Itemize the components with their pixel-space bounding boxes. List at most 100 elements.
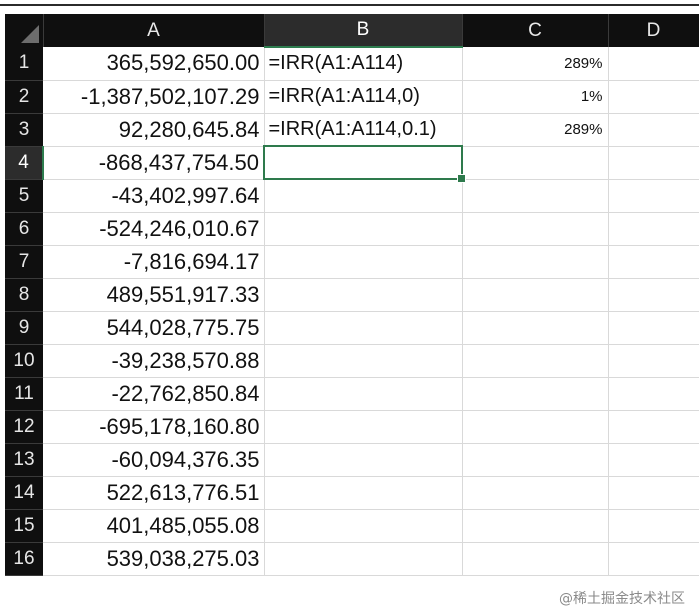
cell-b8[interactable] bbox=[264, 278, 463, 312]
select-all-triangle-icon bbox=[20, 25, 39, 43]
cell-d15[interactable] bbox=[608, 509, 699, 543]
cell-b14[interactable] bbox=[264, 476, 463, 510]
table-row: 5 -43,402,997.64 bbox=[5, 179, 699, 213]
row-header-4[interactable]: 4 bbox=[5, 146, 44, 180]
cell-c9[interactable] bbox=[462, 311, 609, 345]
cell-d10[interactable] bbox=[608, 344, 699, 378]
table-row: 13 -60,094,376.35 bbox=[5, 443, 699, 477]
table-row: 6 -524,246,010.67 bbox=[5, 212, 699, 246]
table-row: 11 -22,762,850.84 bbox=[5, 377, 699, 411]
cell-a2[interactable]: -1,387,502,107.29 bbox=[43, 80, 265, 114]
cell-a10[interactable]: -39,238,570.88 bbox=[43, 344, 265, 378]
cell-c2[interactable]: 1% bbox=[462, 80, 609, 114]
cell-b9[interactable] bbox=[264, 311, 463, 345]
column-header-a[interactable]: A bbox=[43, 14, 265, 47]
cell-a8[interactable]: 489,551,917.33 bbox=[43, 278, 265, 312]
table-row: 7 -7,816,694.17 bbox=[5, 245, 699, 279]
table-row: 9 544,028,775.75 bbox=[5, 311, 699, 345]
cell-a9[interactable]: 544,028,775.75 bbox=[43, 311, 265, 345]
cell-c16[interactable] bbox=[462, 542, 609, 576]
cell-a7[interactable]: -7,816,694.17 bbox=[43, 245, 265, 279]
cell-d3[interactable] bbox=[608, 113, 699, 147]
cell-b12[interactable] bbox=[264, 410, 463, 444]
cell-a1[interactable]: 365,592,650.00 bbox=[43, 47, 265, 81]
cell-b11[interactable] bbox=[264, 377, 463, 411]
row-header-1[interactable]: 1 bbox=[5, 47, 43, 81]
cell-b5[interactable] bbox=[264, 179, 463, 213]
cell-d14[interactable] bbox=[608, 476, 699, 510]
cell-d12[interactable] bbox=[608, 410, 699, 444]
row-header-6[interactable]: 6 bbox=[5, 212, 43, 246]
cell-b4[interactable] bbox=[263, 145, 466, 183]
column-header-c[interactable]: C bbox=[462, 14, 609, 47]
cell-d4[interactable] bbox=[608, 146, 699, 180]
cell-c13[interactable] bbox=[462, 443, 609, 477]
cell-a3[interactable]: 92,280,645.84 bbox=[43, 113, 265, 147]
cell-d6[interactable] bbox=[608, 212, 699, 246]
cell-b3[interactable]: =IRR(A1:A114,0.1) bbox=[264, 113, 463, 147]
cell-b13[interactable] bbox=[264, 443, 463, 477]
cell-b15[interactable] bbox=[264, 509, 463, 543]
cell-a14[interactable]: 522,613,776.51 bbox=[43, 476, 265, 510]
cell-a15[interactable]: 401,485,055.08 bbox=[43, 509, 265, 543]
cell-b7[interactable] bbox=[264, 245, 463, 279]
cell-a5[interactable]: -43,402,997.64 bbox=[43, 179, 265, 213]
cell-d8[interactable] bbox=[608, 278, 699, 312]
cell-a12[interactable]: -695,178,160.80 bbox=[43, 410, 265, 444]
cell-c4[interactable] bbox=[462, 146, 609, 180]
table-row: 15 401,485,055.08 bbox=[5, 509, 699, 543]
cell-b2[interactable]: =IRR(A1:A114,0) bbox=[264, 80, 463, 114]
cell-c12[interactable] bbox=[462, 410, 609, 444]
cell-c6[interactable] bbox=[462, 212, 609, 246]
row-header-10[interactable]: 10 bbox=[5, 344, 43, 378]
spreadsheet-grid: A B C D 1 365,592,650.00 =IRR(A1:A114) 289%… bbox=[5, 14, 699, 584]
row-header-15[interactable]: 15 bbox=[5, 509, 43, 543]
cell-a13[interactable]: -60,094,376.35 bbox=[43, 443, 265, 477]
cell-d1[interactable] bbox=[608, 47, 699, 81]
row-header-8[interactable]: 8 bbox=[5, 278, 43, 312]
cell-c1[interactable]: 289% bbox=[462, 47, 609, 81]
select-all-button[interactable] bbox=[5, 14, 44, 47]
cell-b16[interactable] bbox=[264, 542, 463, 576]
row-header-16[interactable]: 16 bbox=[5, 542, 43, 576]
cell-a11[interactable]: -22,762,850.84 bbox=[43, 377, 265, 411]
cell-c7[interactable] bbox=[462, 245, 609, 279]
cell-c10[interactable] bbox=[462, 344, 609, 378]
cell-b6[interactable] bbox=[264, 212, 463, 246]
cell-d11[interactable] bbox=[608, 377, 699, 411]
column-header-d[interactable]: D bbox=[608, 14, 699, 47]
row-header-2[interactable]: 2 bbox=[5, 80, 43, 114]
cell-c8[interactable] bbox=[462, 278, 609, 312]
cell-b10[interactable] bbox=[264, 344, 463, 378]
column-header-b[interactable]: B bbox=[264, 14, 463, 48]
cell-d16[interactable] bbox=[608, 542, 699, 576]
row-header-13[interactable]: 13 bbox=[5, 443, 43, 477]
cell-c15[interactable] bbox=[462, 509, 609, 543]
table-row: 12 -695,178,160.80 bbox=[5, 410, 699, 444]
row-header-14[interactable]: 14 bbox=[5, 476, 43, 510]
table-row: 4 -868,437,754.50 bbox=[5, 145, 699, 183]
row-header-5[interactable]: 5 bbox=[5, 179, 43, 213]
fill-handle[interactable] bbox=[457, 174, 466, 183]
cell-a6[interactable]: -524,246,010.67 bbox=[43, 212, 265, 246]
table-row: 1 365,592,650.00 =IRR(A1:A114) 289% bbox=[5, 47, 699, 81]
row-header-3[interactable]: 3 bbox=[5, 113, 43, 147]
table-row: 8 489,551,917.33 bbox=[5, 278, 699, 312]
cell-d9[interactable] bbox=[608, 311, 699, 345]
cell-b1[interactable]: =IRR(A1:A114) bbox=[264, 47, 463, 81]
cell-d5[interactable] bbox=[608, 179, 699, 213]
cell-c14[interactable] bbox=[462, 476, 609, 510]
row-header-11[interactable]: 11 bbox=[5, 377, 43, 411]
cell-a16[interactable]: 539,038,275.03 bbox=[43, 542, 265, 576]
cell-d2[interactable] bbox=[608, 80, 699, 114]
cell-d7[interactable] bbox=[608, 245, 699, 279]
cell-c11[interactable] bbox=[462, 377, 609, 411]
cell-c5[interactable] bbox=[462, 179, 609, 213]
watermark: @稀土掘金技术社区 bbox=[559, 591, 685, 607]
row-header-12[interactable]: 12 bbox=[5, 410, 43, 444]
cell-c3[interactable]: 289% bbox=[462, 113, 609, 147]
row-header-9[interactable]: 9 bbox=[5, 311, 43, 345]
cell-d13[interactable] bbox=[608, 443, 699, 477]
cell-a4[interactable]: -868,437,754.50 bbox=[43, 146, 265, 180]
row-header-7[interactable]: 7 bbox=[5, 245, 43, 279]
